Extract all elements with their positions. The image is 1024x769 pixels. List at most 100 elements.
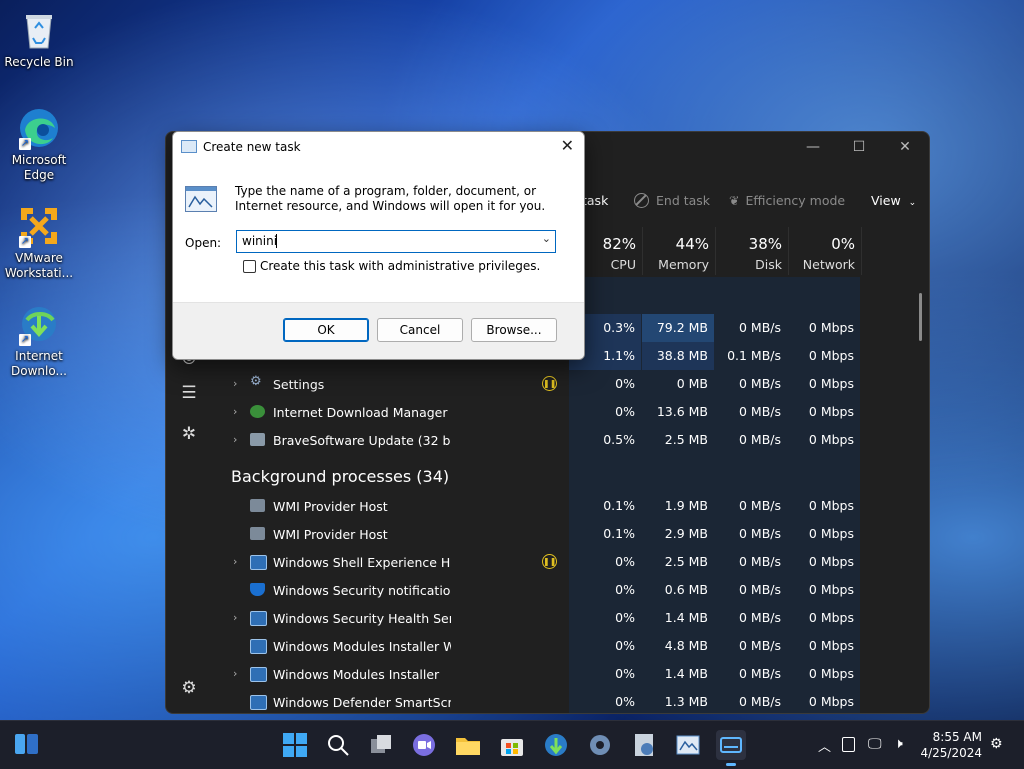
table-row[interactable]: Windows Security notification... 0% 0.6 … — [216, 576, 906, 604]
admin-privileges-checkbox[interactable] — [243, 260, 256, 273]
task-manager-taskbar-icon[interactable] — [716, 730, 746, 766]
scrollbar-thumb[interactable] — [919, 293, 922, 341]
process-name: Settings — [273, 377, 325, 392]
ok-button[interactable]: OK — [283, 318, 369, 342]
brave-update-icon — [250, 433, 265, 446]
table-row[interactable]: Windows Defender SmartScreen 0% 1.3 MB 0… — [216, 688, 906, 713]
microsoft-store-icon[interactable] — [497, 730, 527, 760]
process-name: Windows Modules Installer W... — [273, 639, 451, 654]
dialog-titlebar[interactable]: Create new task ✕ — [173, 132, 584, 162]
text-caret — [276, 234, 277, 248]
memory-cell: 2.5 MB — [664, 432, 708, 447]
process-name: Windows Security notification... — [273, 583, 451, 598]
cancel-button[interactable]: Cancel — [377, 318, 463, 342]
table-row[interactable]: › Windows Security Health Servi... 0% 1.… — [216, 604, 906, 632]
disk-column-header[interactable]: 38% Disk — [715, 227, 788, 275]
dialog-close-button[interactable]: ✕ — [561, 136, 574, 155]
network-cell: 0 Mbps — [808, 498, 854, 513]
widgets-icon[interactable] — [14, 732, 40, 756]
cpu-label: CPU — [610, 257, 636, 272]
network-cell: 0 Mbps — [808, 320, 854, 335]
network-label: Network — [802, 257, 855, 272]
expand-chevron-icon[interactable]: › — [233, 611, 237, 624]
settings-gear-icon[interactable]: ⚙ — [178, 677, 200, 699]
cpu-cell: 0% — [615, 610, 635, 625]
installer-app-icon[interactable] — [629, 730, 659, 760]
cpu-cell: 0% — [615, 666, 635, 681]
desktop-icon-recycle-bin[interactable]: Recycle Bin — [3, 8, 75, 70]
search-icon[interactable] — [323, 730, 353, 760]
window-app-icon — [250, 695, 267, 710]
network-column-header[interactable]: 0% Network — [788, 227, 862, 275]
suspended-status-icon: ❚❚ — [542, 554, 557, 569]
active-app-indicator — [726, 763, 736, 766]
run-dialog-taskbar-icon[interactable] — [673, 730, 703, 760]
network-cell: 0 Mbps — [808, 526, 854, 541]
memory-cell: 1.4 MB — [664, 610, 708, 625]
desktop-icon-label: Microsoft Edge — [11, 153, 67, 182]
tablet-icon[interactable] — [842, 737, 855, 752]
table-row[interactable]: Windows Modules Installer W... 0% 4.8 MB… — [216, 632, 906, 660]
network-icon[interactable]: 🖵 — [868, 736, 882, 752]
expand-chevron-icon[interactable]: › — [233, 433, 237, 446]
notification-icon[interactable]: ⚙ — [990, 736, 1003, 752]
expand-chevron-icon[interactable]: › — [233, 555, 237, 568]
window-app-icon — [250, 639, 267, 654]
desktop-icon-label: Internet Downlo... — [11, 349, 67, 378]
browse-button[interactable]: Browse... — [471, 318, 557, 342]
desktop-icon-microsoft-edge[interactable]: ↗ Microsoft Edge — [3, 106, 75, 183]
desktop-icon-vmware[interactable]: ↗ VMware Workstati... — [3, 204, 75, 281]
recycle-bin-icon — [17, 8, 61, 52]
idm-taskbar-icon[interactable] — [541, 730, 571, 760]
task-view-icon[interactable] — [366, 730, 396, 760]
close-button[interactable]: ✕ — [882, 135, 928, 159]
network-cell: 0 Mbps — [808, 554, 854, 569]
vmware-icon: ↗ — [17, 204, 61, 248]
table-row[interactable]: › Internet Download Manager (I... 0% 13.… — [216, 398, 906, 426]
taskbar: ︿ 🖵 🕨 8:55 AM 4/25/2024 ⚙ — [0, 720, 1024, 769]
run-new-task-button[interactable]: task — [582, 190, 608, 212]
disk-cell: 0.1 MB/s — [727, 348, 781, 363]
table-row[interactable]: WMI Provider Host 0.1% 1.9 MB 0 MB/s 0 M… — [216, 492, 906, 520]
settings-gear-taskbar-icon[interactable] — [585, 730, 615, 760]
services-icon[interactable]: ✲ — [178, 423, 200, 445]
memory-cell: 1.3 MB — [664, 694, 708, 709]
minimize-button[interactable]: — — [790, 135, 836, 159]
chevron-up-icon[interactable]: ︿ — [818, 736, 831, 755]
expand-chevron-icon[interactable]: › — [233, 405, 237, 418]
memory-column-header[interactable]: 44% Memory — [642, 227, 715, 275]
expand-chevron-icon[interactable]: › — [233, 667, 237, 680]
disk-cell: 0 MB/s — [738, 694, 781, 709]
disk-cell: 0 MB/s — [738, 432, 781, 447]
network-cell: 0 Mbps — [808, 376, 854, 391]
end-task-button[interactable]: End task — [634, 190, 710, 212]
volume-muted-icon[interactable]: 🕨 — [894, 736, 903, 752]
expand-chevron-icon[interactable]: › — [233, 377, 237, 390]
disk-cell: 0 MB/s — [738, 610, 781, 625]
window-app-icon — [250, 611, 267, 626]
chat-icon[interactable] — [409, 730, 439, 760]
desktop-icon-internet-download-manager[interactable]: ↗ Internet Downlo... — [3, 302, 75, 379]
view-button[interactable]: View ⌄ — [871, 190, 916, 212]
end-task-label: End task — [656, 193, 711, 208]
settings-gear-icon: ⚙ — [250, 374, 262, 389]
process-name: Windows Modules Installer — [273, 667, 440, 682]
table-row[interactable]: › Windows Modules Installer 0% 1.4 MB 0 … — [216, 660, 906, 688]
cpu-cell: 0% — [615, 376, 635, 391]
suspended-status-icon: ❚❚ — [542, 376, 557, 391]
open-combobox[interactable]: winini ⌄ — [236, 230, 556, 253]
clock[interactable]: 8:55 AM 4/25/2024 — [918, 729, 982, 761]
details-icon[interactable]: ☰ — [178, 382, 200, 404]
table-row[interactable]: › BraveSoftware Update (32 bit) 0.5% 2.5… — [216, 426, 906, 454]
file-explorer-icon[interactable] — [453, 730, 483, 760]
process-name: WMI Provider Host — [273, 499, 388, 514]
open-input[interactable]: winini — [242, 234, 277, 248]
table-row[interactable]: › ⚙ Settings ❚❚ 0% 0 MB 0 MB/s 0 Mbps — [216, 370, 906, 398]
table-row[interactable]: › Windows Shell Experience Ho... ❚❚ 0% 2… — [216, 548, 906, 576]
disk-cell: 0 MB/s — [738, 404, 781, 419]
table-row[interactable]: WMI Provider Host 0.1% 2.9 MB 0 MB/s 0 M… — [216, 520, 906, 548]
maximize-button[interactable]: ☐ — [836, 135, 882, 159]
chevron-down-icon[interactable]: ⌄ — [542, 232, 551, 245]
efficiency-mode-button[interactable]: ❦ Efficiency mode — [729, 190, 845, 212]
start-button-windows-icon[interactable] — [280, 730, 310, 760]
